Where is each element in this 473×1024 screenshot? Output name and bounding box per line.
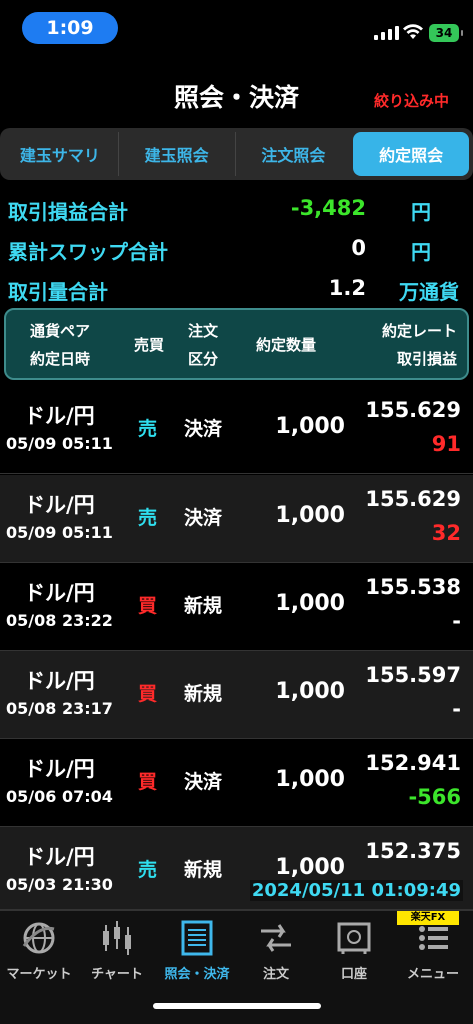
row-datetime: 05/06 07:04: [6, 787, 113, 806]
document-list-icon: [181, 920, 213, 956]
order-arrows-icon: [261, 924, 291, 952]
row-pnl: -566: [408, 785, 461, 809]
globe-icon: [22, 922, 55, 954]
column-header-side: 売買: [134, 336, 165, 354]
row-qty: 1,000: [275, 503, 345, 528]
table-row[interactable]: ドル/円 05/09 05:11 売 決済 1,000 155.629 32: [0, 475, 473, 563]
summary-volume-total: 取引量合計 1.2 万通貨: [0, 272, 473, 306]
summary-swap-total: 累計スワップ合計 0 円: [0, 232, 473, 266]
table-row[interactable]: ドル/円 05/08 23:22 買 新規 1,000 155.538 -: [0, 563, 473, 651]
row-order-type: 新規: [184, 683, 223, 705]
summary-pnl-total: 取引損益合計 -3,482 円: [0, 192, 473, 226]
row-side: 買: [138, 771, 158, 793]
table-row[interactable]: ドル/円 05/08 23:17 買 新規 1,000 155.597 -: [0, 651, 473, 739]
row-datetime: 05/09 05:11: [6, 523, 113, 542]
update-timestamp: 2024/05/11 01:09:49: [249, 880, 463, 901]
candlestick-icon: [103, 921, 131, 955]
row-qty: 1,000: [275, 591, 345, 616]
safe-icon: [337, 922, 371, 954]
row-rate: 155.629: [365, 487, 461, 511]
summary-value: -3,482: [290, 196, 366, 220]
summary-unit: 円: [411, 240, 431, 264]
tab-position-summary[interactable]: 建玉サマリ: [2, 132, 119, 176]
column-header-qty: 約定数量: [256, 336, 317, 354]
summary-value: 1.2: [328, 276, 366, 300]
row-order-type: 新規: [184, 859, 223, 881]
menu-icon: [419, 926, 448, 950]
page-header: 照会・決済 絞り込み中: [0, 70, 473, 120]
row-pair: ドル/円: [24, 581, 95, 605]
row-qty: 1,000: [275, 767, 345, 792]
summary-label: 累計スワップ合計: [8, 240, 168, 264]
tab-order-inquiry[interactable]: 注文照会: [236, 132, 352, 176]
row-side: 売: [138, 418, 158, 440]
row-pair: ドル/円: [24, 493, 95, 517]
row-datetime: 05/03 21:30: [6, 875, 113, 894]
table-header: 通貨ペア 約定日時 売買 注文 区分 約定数量 約定レート 取引損益: [4, 308, 469, 380]
column-header-order-type-2: 区分: [188, 350, 219, 368]
row-side: 売: [138, 859, 158, 881]
column-header-order-type: 注文: [188, 322, 219, 340]
column-header-pnl: 取引損益: [396, 350, 457, 368]
summary-label: 取引量合計: [8, 280, 108, 304]
row-pnl: -: [452, 697, 461, 721]
row-side: 買: [138, 595, 158, 617]
row-order-type: 新規: [184, 595, 223, 617]
tab-execution-inquiry[interactable]: 約定照会: [353, 132, 469, 176]
row-qty: 1,000: [275, 855, 345, 880]
status-time: 1:09: [22, 12, 118, 44]
tab-bar: 建玉サマリ 建玉照会 注文照会 約定照会: [0, 128, 473, 180]
row-pair: ドル/円: [24, 669, 95, 693]
nav-label: メニュー: [406, 967, 459, 982]
summary-value: 0: [351, 236, 366, 260]
table-row[interactable]: ドル/円 05/09 05:11 売 決済 1,000 155.629 91: [0, 386, 473, 474]
row-rate: 155.629: [365, 398, 461, 422]
filter-status-button[interactable]: 絞り込み中: [374, 90, 449, 111]
row-datetime: 05/08 23:17: [6, 699, 113, 718]
row-pair: ドル/円: [24, 845, 95, 869]
row-rate: 155.538: [365, 575, 461, 599]
row-pnl: 32: [431, 521, 461, 545]
table-row[interactable]: ドル/円 05/06 07:04 買 決済 1,000 152.941 -566: [0, 739, 473, 827]
status-bar: 1:09 34: [0, 0, 473, 50]
column-header-rate: 約定レート: [381, 322, 457, 340]
row-pair: ドル/円: [24, 757, 95, 781]
row-rate: 152.941: [365, 751, 461, 775]
tab-position-inquiry[interactable]: 建玉照会: [119, 132, 236, 176]
nav-menu[interactable]: メニュー: [386, 919, 473, 991]
row-order-type: 決済: [184, 771, 223, 793]
row-datetime: 05/09 05:11: [6, 434, 113, 453]
row-pnl: 91: [431, 432, 461, 456]
row-rate: 152.375: [365, 839, 461, 863]
home-indicator[interactable]: [153, 1003, 321, 1009]
battery-icon: 34: [429, 24, 463, 42]
row-pair: ドル/円: [24, 404, 95, 428]
summary-label: 取引損益合計: [8, 200, 128, 224]
row-qty: 1,000: [275, 414, 345, 439]
row-side: 売: [138, 507, 158, 529]
row-order-type: 決済: [184, 418, 223, 440]
row-order-type: 決済: [184, 507, 223, 529]
summary-unit: 万通貨: [399, 280, 459, 304]
row-datetime: 05/08 23:22: [6, 611, 113, 630]
column-header-pair: 通貨ペア: [30, 322, 91, 340]
row-rate: 155.597: [365, 663, 461, 687]
row-qty: 1,000: [275, 679, 345, 704]
summary-unit: 円: [411, 200, 431, 224]
row-side: 買: [138, 683, 158, 705]
wifi-icon: [403, 24, 423, 39]
column-header-datetime: 約定日時: [30, 350, 91, 368]
row-pnl: -: [452, 609, 461, 633]
cellular-signal-icon: [374, 26, 399, 40]
